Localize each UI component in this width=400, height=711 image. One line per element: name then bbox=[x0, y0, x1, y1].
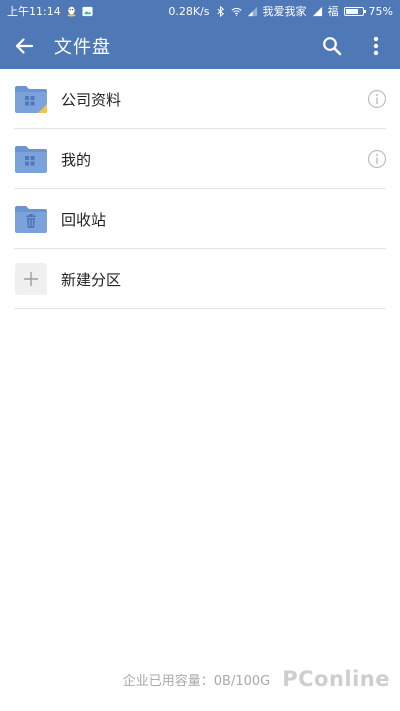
status-left: 上午11:14 bbox=[7, 3, 93, 19]
network-speed: 0.28K/s bbox=[168, 4, 210, 18]
wifi-icon bbox=[231, 7, 242, 16]
list-item-label: 公司资料 bbox=[61, 90, 122, 109]
battery-fill bbox=[345, 8, 358, 14]
storage-usage-text: 企业已用容量：0B/100G bbox=[122, 673, 271, 689]
arrow-left-icon bbox=[15, 37, 34, 54]
new-partition-icon-box bbox=[14, 262, 48, 296]
status-bar: 上午11:14 0.28K/s 我爱我家 福 75% bbox=[0, 0, 400, 22]
list-item-new-partition[interactable]: 新建分区 bbox=[0, 249, 400, 309]
search-icon bbox=[323, 36, 342, 55]
list-item-label: 回收站 bbox=[61, 210, 107, 229]
back-button[interactable] bbox=[0, 22, 48, 69]
signal-icon-1 bbox=[247, 6, 257, 16]
image-notification-icon bbox=[82, 6, 93, 16]
list-item-company-files[interactable]: 公司资料 bbox=[0, 69, 400, 129]
battery-icon bbox=[343, 6, 366, 16]
info-button[interactable] bbox=[358, 140, 396, 178]
plus-icon bbox=[15, 263, 47, 295]
list-item-label: 新建分区 bbox=[61, 270, 122, 289]
signal-icon-2 bbox=[312, 6, 322, 16]
list-item-recycle-bin[interactable]: 回收站 bbox=[0, 189, 400, 249]
carrier-name: 我爱我家 bbox=[262, 5, 307, 18]
info-icon bbox=[367, 89, 387, 109]
info-icon bbox=[367, 149, 387, 169]
list-item-label: 我的 bbox=[61, 150, 92, 169]
bluetooth-icon bbox=[216, 5, 224, 17]
more-vertical-icon bbox=[373, 36, 379, 55]
search-button[interactable] bbox=[310, 22, 354, 69]
footer: 企业已用容量：0B/100G PConline bbox=[0, 667, 400, 691]
info-button[interactable] bbox=[358, 80, 396, 118]
qq-notification-icon bbox=[67, 6, 76, 16]
app-bar: 文件盘 bbox=[0, 22, 400, 69]
list-item-mine[interactable]: 我的 bbox=[0, 129, 400, 189]
status-right: 0.28K/s 我爱我家 福 75% bbox=[168, 3, 393, 19]
page-title: 文件盘 bbox=[54, 36, 111, 58]
partition-list: 公司资料 我的 回收站 新建分区 bbox=[0, 69, 400, 309]
carrier-name-2: 福 bbox=[327, 5, 339, 18]
my-folder-icon bbox=[14, 142, 48, 176]
battery-percent: 75% bbox=[368, 4, 393, 18]
more-options-button[interactable] bbox=[354, 22, 398, 69]
status-time: 上午11:14 bbox=[7, 5, 61, 18]
watermark-logo: PConline bbox=[282, 667, 390, 691]
trash-folder-icon bbox=[14, 202, 48, 236]
company-folder-icon bbox=[14, 82, 48, 116]
